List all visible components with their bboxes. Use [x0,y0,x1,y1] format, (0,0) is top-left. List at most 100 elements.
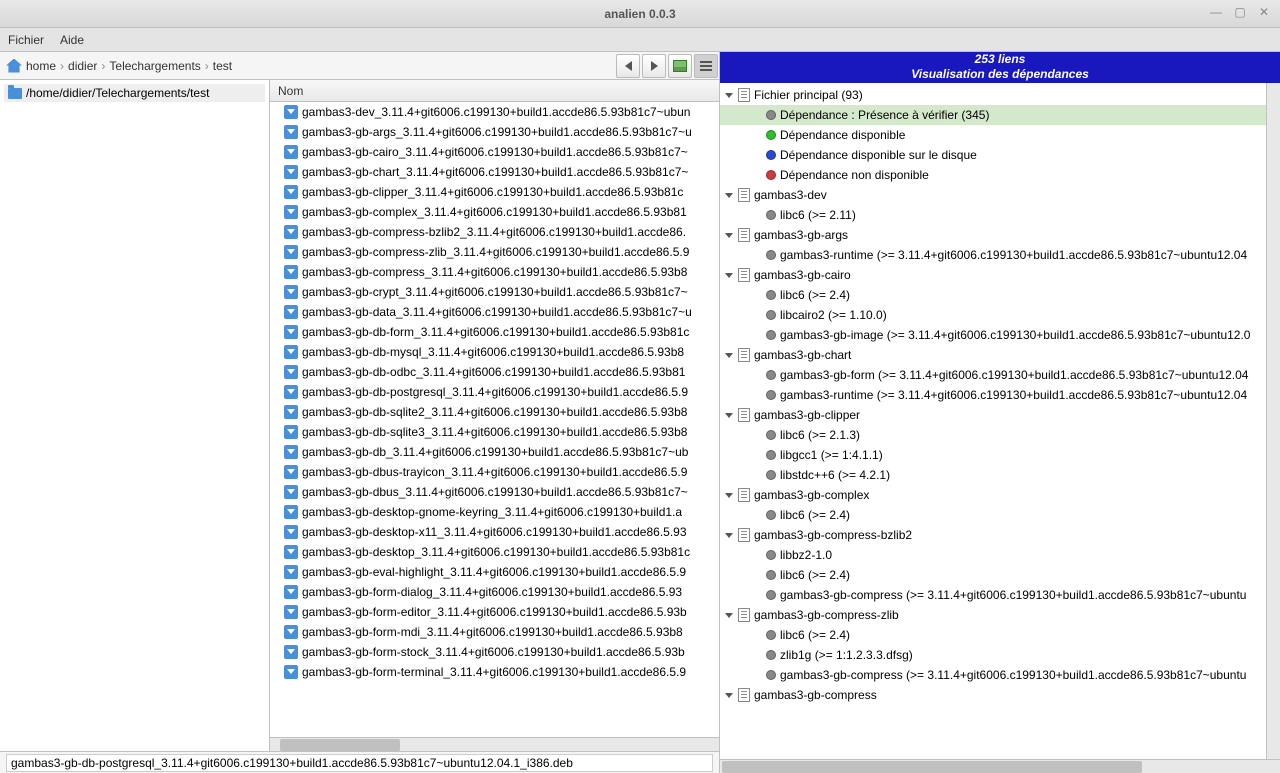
tree-dependency-node[interactable]: gambas3-gb-compress (>= 3.11.4+git6006.c… [720,585,1266,605]
home-icon[interactable] [6,59,22,73]
tree-dependency-node[interactable]: libc6 (>= 2.4) [720,565,1266,585]
file-row[interactable]: gambas3-gb-db-sqlite3_3.11.4+git6006.c19… [270,422,719,442]
tree-dependency-node[interactable]: libbz2-1.0 [720,545,1266,565]
tree-package-node[interactable]: gambas3-gb-compress-zlib [720,605,1266,625]
tree-label: gambas3-runtime (>= 3.11.4+git6006.c1991… [780,248,1247,262]
file-row[interactable]: gambas3-gb-crypt_3.11.4+git6006.c199130+… [270,282,719,302]
tree-dependency-node[interactable]: libc6 (>= 2.4) [720,505,1266,525]
file-row[interactable]: gambas3-gb-db-form_3.11.4+git6006.c19913… [270,322,719,342]
file-row[interactable]: gambas3-gb-form-editor_3.11.4+git6006.c1… [270,602,719,622]
tree-dependency-node[interactable]: libc6 (>= 2.1.3) [720,425,1266,445]
file-row[interactable]: gambas3-gb-db_3.11.4+git6006.c199130+bui… [270,442,719,462]
tree-expand-icon[interactable] [724,90,734,100]
tree-expand-icon[interactable] [724,410,734,420]
file-row[interactable]: gambas3-gb-complex_3.11.4+git6006.c19913… [270,202,719,222]
tree-label: gambas3-gb-image (>= 3.11.4+git6006.c199… [780,328,1250,342]
file-row[interactable]: gambas3-gb-data_3.11.4+git6006.c199130+b… [270,302,719,322]
menu-help[interactable]: Aide [60,33,84,47]
tree-dependency-node[interactable]: libgcc1 (>= 1:4.1.1) [720,445,1266,465]
file-name: gambas3-gb-db-sqlite3_3.11.4+git6006.c19… [302,425,687,439]
file-row[interactable]: gambas3-gb-eval-highlight_3.11.4+git6006… [270,562,719,582]
file-row[interactable]: gambas3-gb-desktop-x11_3.11.4+git6006.c1… [270,522,719,542]
tree-dependency-node[interactable]: libc6 (>= 2.4) [720,285,1266,305]
minimize-icon[interactable]: — [1208,4,1224,20]
tree-dependency-node[interactable]: libcairo2 (>= 1.10.0) [720,305,1266,325]
nav-back-button[interactable] [616,54,640,78]
tree-dependency-node[interactable]: Dépendance disponible sur le disque [720,145,1266,165]
breadcrumb-segment[interactable]: Telechargements [109,59,200,73]
tree-dependency-node[interactable]: gambas3-gb-image (>= 3.11.4+git6006.c199… [720,325,1266,345]
tree-expand-icon[interactable] [724,270,734,280]
file-row[interactable]: gambas3-gb-db-mysql_3.11.4+git6006.c1991… [270,342,719,362]
view-icons-button[interactable] [668,54,692,78]
tree-package-node[interactable]: gambas3-gb-compress-bzlib2 [720,525,1266,545]
tree-dependency-node[interactable]: libc6 (>= 2.11) [720,205,1266,225]
tree-dependency-node[interactable]: Dépendance disponible [720,125,1266,145]
file-row[interactable]: gambas3-gb-chart_3.11.4+git6006.c199130+… [270,162,719,182]
file-row[interactable]: gambas3-gb-dbus-trayicon_3.11.4+git6006.… [270,462,719,482]
vertical-scrollbar[interactable] [1266,83,1280,759]
horizontal-scrollbar[interactable] [720,759,1280,773]
tree-expand-icon[interactable] [724,610,734,620]
tree-dependency-node[interactable]: zlib1g (>= 1:1.2.3.3.dfsg) [720,645,1266,665]
breadcrumb-segment[interactable]: home [26,59,56,73]
tree-dependency-node[interactable]: Dépendance non disponible [720,165,1266,185]
breadcrumb-segment[interactable]: test [213,59,232,73]
tree-expand-icon[interactable] [724,690,734,700]
file-row[interactable]: gambas3-gb-form-mdi_3.11.4+git6006.c1991… [270,622,719,642]
close-icon[interactable]: ✕ [1256,4,1272,20]
file-row[interactable]: gambas3-gb-cairo_3.11.4+git6006.c199130+… [270,142,719,162]
tree-package-node[interactable]: gambas3-dev [720,185,1266,205]
file-row[interactable]: gambas3-gb-form-stock_3.11.4+git6006.c19… [270,642,719,662]
file-row[interactable]: gambas3-gb-db-postgresql_3.11.4+git6006.… [270,382,719,402]
tree-dependency-node[interactable]: gambas3-gb-form (>= 3.11.4+git6006.c1991… [720,365,1266,385]
file-row[interactable]: gambas3-gb-db-sqlite2_3.11.4+git6006.c19… [270,402,719,422]
directory-item[interactable]: /home/didier/Telechargements/test [4,84,265,102]
view-details-button[interactable] [694,54,718,78]
tree-package-node[interactable]: gambas3-gb-complex [720,485,1266,505]
tree-dependency-node[interactable]: Dépendance : Présence à vérifier (345) [720,105,1266,125]
breadcrumb-segment[interactable]: didier [68,59,97,73]
tree-expand-icon[interactable] [724,530,734,540]
tree-package-node[interactable]: gambas3-gb-clipper [720,405,1266,425]
tree-dependency-node[interactable]: gambas3-runtime (>= 3.11.4+git6006.c1991… [720,245,1266,265]
package-icon [284,445,298,459]
tree-expand-icon[interactable] [724,190,734,200]
file-row[interactable]: gambas3-gb-dbus_3.11.4+git6006.c199130+b… [270,482,719,502]
file-row[interactable]: gambas3-gb-compress-zlib_3.11.4+git6006.… [270,242,719,262]
directory-tree: /home/didier/Telechargements/test [0,80,270,751]
tree-package-node[interactable]: gambas3-gb-cairo [720,265,1266,285]
package-icon [284,305,298,319]
file-row[interactable]: gambas3-gb-clipper_3.11.4+git6006.c19913… [270,182,719,202]
file-row[interactable]: gambas3-gb-desktop-gnome-keyring_3.11.4+… [270,502,719,522]
tree-dependency-node[interactable]: gambas3-runtime (>= 3.11.4+git6006.c1991… [720,385,1266,405]
file-row[interactable]: gambas3-gb-args_3.11.4+git6006.c199130+b… [270,122,719,142]
package-icon [284,245,298,259]
file-row[interactable]: gambas3-gb-desktop_3.11.4+git6006.c19913… [270,542,719,562]
file-list[interactable]: gambas3-dev_3.11.4+git6006.c199130+build… [270,102,719,737]
tree-expand-icon[interactable] [724,350,734,360]
tree-dependency-node[interactable]: libstdc++6 (>= 4.2.1) [720,465,1266,485]
maximize-icon[interactable]: ▢ [1232,4,1248,20]
package-icon [284,385,298,399]
menu-file[interactable]: Fichier [8,33,44,47]
tree-expand-icon[interactable] [724,230,734,240]
file-row[interactable]: gambas3-gb-db-odbc_3.11.4+git6006.c19913… [270,362,719,382]
nav-forward-button[interactable] [642,54,666,78]
dependency-tree[interactable]: Fichier principal (93)Dépendance : Prése… [720,83,1266,759]
tree-package-node[interactable]: gambas3-gb-args [720,225,1266,245]
column-header-name[interactable]: Nom [270,80,719,102]
file-row[interactable]: gambas3-dev_3.11.4+git6006.c199130+build… [270,102,719,122]
document-icon [738,528,750,542]
file-row[interactable]: gambas3-gb-form-dialog_3.11.4+git6006.c1… [270,582,719,602]
tree-package-node[interactable]: gambas3-gb-compress [720,685,1266,705]
file-row[interactable]: gambas3-gb-form-terminal_3.11.4+git6006.… [270,662,719,682]
file-row[interactable]: gambas3-gb-compress-bzlib2_3.11.4+git600… [270,222,719,242]
horizontal-scrollbar[interactable] [270,737,719,751]
tree-dependency-node[interactable]: gambas3-gb-compress (>= 3.11.4+git6006.c… [720,665,1266,685]
file-row[interactable]: gambas3-gb-compress_3.11.4+git6006.c1991… [270,262,719,282]
tree-package-node[interactable]: Fichier principal (93) [720,85,1266,105]
tree-dependency-node[interactable]: libc6 (>= 2.4) [720,625,1266,645]
tree-expand-icon[interactable] [724,490,734,500]
tree-package-node[interactable]: gambas3-gb-chart [720,345,1266,365]
